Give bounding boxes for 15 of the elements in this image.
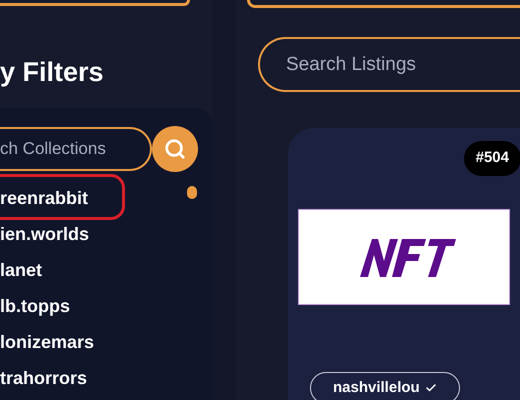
listing-search-field[interactable]: Search Listings xyxy=(258,37,520,92)
filters-heading: y Filters xyxy=(0,56,105,88)
scrollbar-thumb xyxy=(187,186,197,199)
collection-item[interactable]: lanet xyxy=(0,256,42,284)
collection-item[interactable]: lonizemars xyxy=(0,328,94,356)
listing-card[interactable]: #504 nashvillelou xyxy=(288,128,520,400)
collection-item[interactable]: reenrabbit xyxy=(0,184,88,212)
collection-item[interactable]: lb.topps xyxy=(0,292,70,320)
collection-item[interactable]: ien.worlds xyxy=(0,220,90,248)
search-icon xyxy=(164,138,186,160)
listing-number-badge: #504 xyxy=(464,141,520,176)
collection-search-field[interactable]: ch Collections xyxy=(0,127,152,171)
seller-tag[interactable]: nashvillelou xyxy=(310,372,460,400)
collection-item[interactable]: trahorrors xyxy=(0,364,88,392)
search-button[interactable] xyxy=(152,126,198,172)
